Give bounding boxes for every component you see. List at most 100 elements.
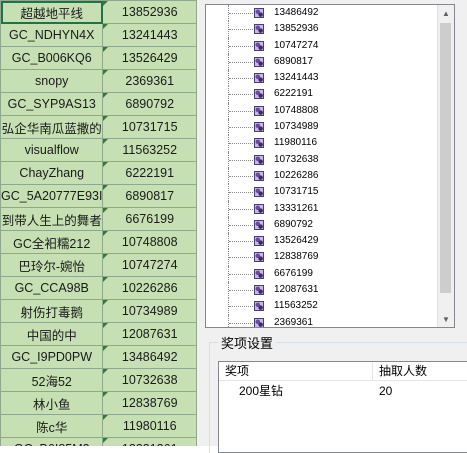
tree-item-checkbox-icon[interactable] [254,154,264,165]
tree-item[interactable]: 6890817 [206,53,438,71]
user-id-cell[interactable]: 6676199 [102,207,197,231]
nickname-cell[interactable]: GC_NDHYN4X [0,23,104,47]
tree-item[interactable]: 13486492 [206,5,438,22]
user-id-cell[interactable]: 11563252 [102,138,197,162]
nickname-cell[interactable]: 射伤打毒鹅 [0,299,104,323]
tree-item[interactable]: 12087631 [206,282,438,299]
user-id-cell[interactable]: 10734989 [102,299,197,323]
user-id-cell[interactable]: 10747274 [102,253,197,277]
nickname-cell[interactable]: 52海52 [0,368,104,392]
tree-item[interactable]: 6890792 [206,216,438,234]
nickname-cell[interactable]: GC_B006KQ6 [0,46,104,70]
scroll-down-icon[interactable]: ▼ [438,311,454,327]
nickname-cell[interactable]: visualflow [0,138,104,162]
tree-item[interactable]: 10748808 [206,102,438,120]
prize-row[interactable]: 200星钻 20 [219,381,467,401]
tree-item-checkbox-icon[interactable] [254,73,264,84]
scroll-up-icon[interactable]: ▲ [438,5,454,21]
tree-item-checkbox-icon[interactable] [254,285,264,296]
user-id-cell[interactable]: 12087631 [102,322,197,346]
user-id-cell[interactable]: 6222191 [102,161,197,185]
tree-item-checkbox-icon[interactable] [254,40,264,51]
nickname-cell[interactable]: 陈c华 [0,414,104,438]
tree-item-label: 10747274 [274,39,319,51]
tree-item[interactable]: 11980116 [206,135,438,152]
nickname-cell[interactable]: GC_CCA98B [0,276,104,300]
tree-item-checkbox-icon[interactable] [254,8,264,18]
tree-item-checkbox-icon[interactable] [254,89,264,100]
nickname-cell[interactable]: 弘企华南瓜蓝撒的 [0,115,104,139]
user-id-cell[interactable]: 12838769 [102,391,197,415]
nickname-cell[interactable]: 到带人生上的舞者 [0,207,104,231]
tree-item-checkbox-icon[interactable] [254,24,264,35]
user-id-cell[interactable]: 13852936 [102,0,197,24]
user-id-cell[interactable]: 6890792 [102,92,197,116]
tree-item-label: 10732638 [274,153,319,165]
tree-item[interactable]: 10732638 [206,151,438,168]
column-header-count[interactable]: 抽取人数 [373,362,467,380]
tree-item[interactable]: 13526429 [206,233,438,250]
nickname-cell[interactable]: snopy [0,69,104,93]
user-id-cell[interactable]: 10731715 [102,115,197,139]
user-id-cell[interactable]: 10748808 [102,230,197,254]
tree-item[interactable]: 2369361 [206,314,438,327]
tree-item[interactable]: 11563252 [206,298,438,315]
tree-item-checkbox-icon[interactable] [254,122,264,133]
tree-branch [229,192,255,194]
tree-line [228,314,229,327]
nickname-cell[interactable]: GC_5A20777E93I [0,184,104,208]
user-id-cell[interactable]: 11980116 [102,414,197,438]
sheet-row: 林小鱼 12838769 [0,391,197,415]
tree-item-checkbox-icon[interactable] [254,203,264,214]
nickname-cell[interactable]: GC_SYP9AS13 [0,92,104,116]
nickname-cell[interactable]: GC_B6I85M3 [0,437,104,446]
nickname-cell[interactable]: GC全衵糯212 [0,230,104,254]
tree-item[interactable]: 10226286 [206,167,438,185]
scroll-thumb[interactable] [440,23,451,293]
tree-branch [229,127,255,129]
tree-item-checkbox-icon[interactable] [254,317,264,327]
tree-item-checkbox-icon[interactable] [254,236,264,247]
tree-item[interactable]: 10731715 [206,184,438,201]
user-id-cell[interactable]: 13331261 [102,437,197,446]
prize-settings-group: 奖项设置 奖项 抽取人数 200星钻 20 [209,333,467,453]
prize-name-cell[interactable]: 200星钻 [219,381,373,401]
tree-item-checkbox-icon[interactable] [254,56,264,67]
participant-tree[interactable]: 13486492 13852936 10747274 6890817 13241443 6… [205,4,455,328]
tree-branch [229,61,255,63]
column-header-prize[interactable]: 奖项 [219,362,373,380]
tree-scrollbar[interactable]: ▲ ▼ [437,5,454,327]
nickname-cell[interactable]: 超越地平线 [0,0,104,24]
tree-item[interactable]: 13241443 [206,70,438,87]
tree-item-checkbox-icon[interactable] [254,105,264,116]
tree-item-checkbox-icon[interactable] [254,252,264,263]
prize-count-cell[interactable]: 20 [373,381,467,401]
tree-item[interactable]: 13852936 [206,21,438,38]
user-id-cell[interactable]: 13486492 [102,345,197,369]
tree-item[interactable]: 13331261 [206,200,438,217]
tree-item[interactable]: 6676199 [206,265,438,283]
nickname-cell[interactable]: ChayZhang [0,161,104,185]
user-id-cell[interactable]: 13241443 [102,23,197,47]
tree-branch [229,322,255,324]
tree-item-checkbox-icon[interactable] [254,187,264,198]
nickname-cell[interactable]: 中国的中 [0,322,104,346]
nickname-cell[interactable]: 巴玲尔-婉怡 [0,253,104,277]
prize-grid[interactable]: 奖项 抽取人数 200星钻 20 [218,361,467,453]
tree-item-checkbox-icon[interactable] [254,268,264,279]
tree-item-checkbox-icon[interactable] [254,170,264,181]
user-id-cell[interactable]: 2369361 [102,69,197,93]
tree-item[interactable]: 12838769 [206,249,438,266]
user-id-cell[interactable]: 6890817 [102,184,197,208]
tree-item-checkbox-icon[interactable] [254,301,264,312]
tree-item[interactable]: 6222191 [206,86,438,103]
tree-item[interactable]: 10747274 [206,37,438,54]
nickname-cell[interactable]: 林小鱼 [0,391,104,415]
user-id-cell[interactable]: 13526429 [102,46,197,70]
tree-item[interactable]: 10734989 [206,119,438,136]
tree-item-checkbox-icon[interactable] [254,138,264,149]
nickname-cell[interactable]: GC_I9PD0PW [0,345,104,369]
user-id-cell[interactable]: 10226286 [102,276,197,300]
user-id-cell[interactable]: 10732638 [102,368,197,392]
tree-item-checkbox-icon[interactable] [254,219,264,230]
